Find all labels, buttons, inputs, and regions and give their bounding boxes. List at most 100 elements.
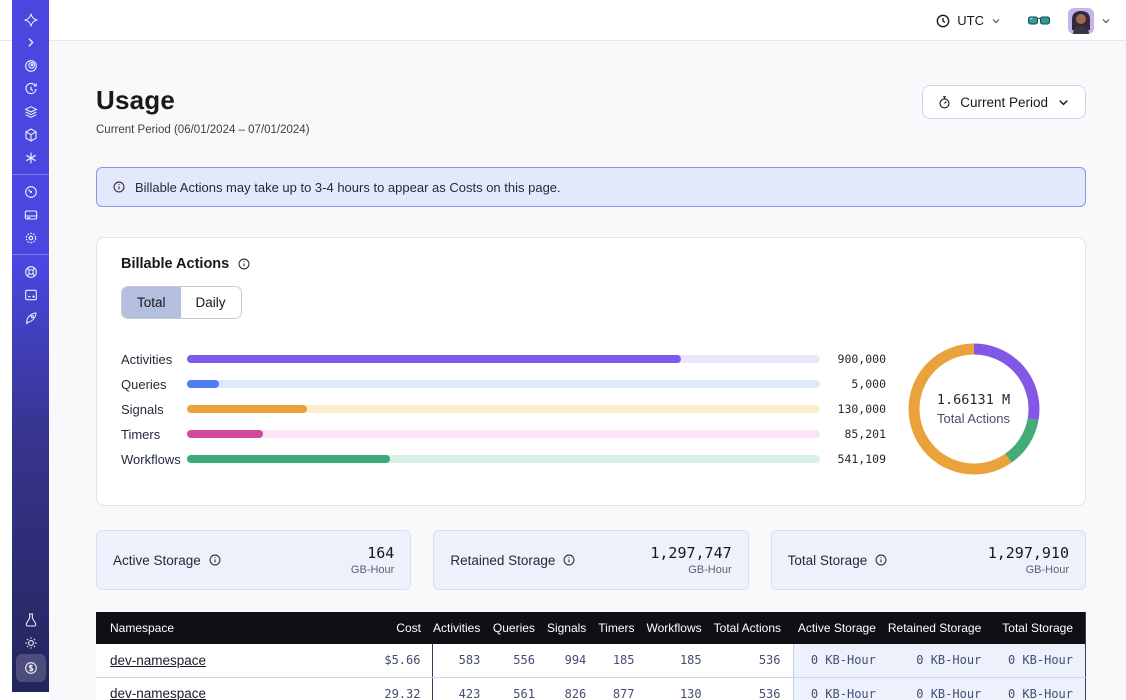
bar-fill [187, 405, 307, 413]
cell-total-storage: 0 KB-Hour [993, 677, 1085, 700]
info-icon[interactable] [237, 257, 251, 271]
col-total-storage: Total Storage [993, 612, 1085, 644]
bar-label: Activities [121, 352, 181, 367]
cell-total-storage: 0 KB-Hour [993, 644, 1085, 677]
feedback-glasses-button[interactable] [1028, 14, 1050, 28]
main-content: Usage Current Period (06/01/2024 – 07/01… [49, 41, 1126, 700]
billing-icon[interactable] [17, 203, 45, 226]
bar-fill [187, 430, 263, 438]
total-actions-donut: 1.66131 M Total Actions [886, 339, 1061, 479]
support-icon[interactable] [17, 260, 45, 283]
namespace-link[interactable]: dev-namespace [110, 686, 206, 700]
timezone-label: UTC [957, 13, 984, 28]
storage-card-label: Active Storage [113, 553, 201, 568]
namespace-usage-table: Namespace Cost Activities Queries Signal… [96, 612, 1086, 700]
bar-value: 900,000 [828, 352, 886, 366]
cell-activities: 583 [433, 644, 492, 677]
usage-icon[interactable] [17, 180, 45, 203]
glasses-icon [1028, 14, 1050, 28]
col-timers: Timers [598, 612, 646, 644]
banner-text: Billable Actions may take up to 3-4 hour… [135, 180, 561, 195]
tab-daily[interactable]: Daily [181, 287, 241, 318]
col-retained-storage: Retained Storage [888, 612, 993, 644]
stopwatch-icon [937, 95, 952, 110]
bar-row-activities: Activities 900,000 [121, 347, 886, 372]
chevron-down-icon [1056, 95, 1071, 110]
total-storage-card: Total Storage 1,297,910 GB-Hour [771, 530, 1086, 590]
theme-sun-icon[interactable] [17, 631, 45, 654]
cell-workflows: 185 [647, 644, 714, 677]
col-signals: Signals [547, 612, 598, 644]
bar-label: Timers [121, 427, 181, 442]
cell-queries: 556 [492, 644, 547, 677]
settings-icon[interactable] [17, 226, 45, 249]
period-select-button[interactable]: Current Period [922, 85, 1086, 119]
credits-dollar-icon[interactable] [16, 654, 46, 682]
bar-row-signals: Signals 130,000 [121, 397, 886, 422]
info-icon[interactable] [562, 553, 576, 567]
bar-value: 130,000 [828, 402, 886, 416]
collapse-chevron-icon[interactable] [17, 31, 45, 54]
nexus-icon[interactable] [17, 146, 45, 169]
bar-fill [187, 455, 390, 463]
bar-track [187, 430, 820, 438]
deployments-icon[interactable] [17, 123, 45, 146]
storage-card-unit: GB-Hour [351, 564, 394, 576]
cell-cost: $5.66 [326, 644, 433, 677]
getting-started-rocket-icon[interactable] [17, 306, 45, 329]
col-cost: Cost [326, 612, 433, 644]
timezone-picker[interactable]: UTC [929, 9, 1008, 33]
clock-icon [935, 13, 951, 29]
labs-flask-icon[interactable] [17, 608, 45, 631]
chevron-down-icon [1100, 15, 1112, 27]
storage-summary-row: Active Storage 164 GB-Hour Retained Stor… [96, 530, 1086, 590]
bar-label: Signals [121, 402, 181, 417]
storage-card-value: 1,297,747 [650, 544, 731, 562]
temporal-logo-icon[interactable] [17, 8, 45, 31]
feedback-icon[interactable] [17, 283, 45, 306]
namespace-link[interactable]: dev-namespace [110, 653, 206, 668]
top-bar: UTC [0, 0, 1126, 41]
col-active-storage: Active Storage [793, 612, 888, 644]
table-header-row: Namespace Cost Activities Queries Signal… [96, 612, 1086, 644]
period-button-label: Current Period [960, 95, 1048, 110]
info-icon [112, 180, 126, 194]
cell-retained-storage: 0 KB-Hour [888, 677, 993, 700]
bar-value: 85,201 [828, 427, 886, 441]
bar-label: Queries [121, 377, 181, 392]
bar-value: 5,000 [828, 377, 886, 391]
chevron-down-icon [990, 15, 1002, 27]
namespaces-icon[interactable] [17, 54, 45, 77]
billable-actions-chart: Activities 900,000 Queries 5,000 [121, 339, 1061, 479]
user-menu[interactable] [1068, 8, 1112, 34]
cell-cost: 29.32 [326, 677, 433, 700]
storage-card-label: Retained Storage [450, 553, 555, 568]
cell-total-actions: 536 [714, 644, 793, 677]
stack-icon[interactable] [17, 100, 45, 123]
cell-total-actions: 536 [714, 677, 793, 700]
bar-row-queries: Queries 5,000 [121, 372, 886, 397]
storage-card-value: 164 [351, 544, 394, 562]
cell-queries: 561 [492, 677, 547, 700]
cell-activities: 423 [433, 677, 492, 700]
current-period-subtitle: Current Period (06/01/2024 – 07/01/2024) [96, 124, 310, 136]
info-icon[interactable] [874, 553, 888, 567]
page-title: Usage [96, 85, 310, 116]
total-daily-toggle: Total Daily [121, 286, 242, 319]
col-activities: Activities [433, 612, 492, 644]
retained-storage-card: Retained Storage 1,297,747 GB-Hour [433, 530, 748, 590]
info-icon[interactable] [208, 553, 222, 567]
col-workflows: Workflows [647, 612, 714, 644]
bar-track [187, 355, 820, 363]
cell-timers: 877 [598, 677, 646, 700]
cell-timers: 185 [598, 644, 646, 677]
sidebar-divider [12, 174, 49, 175]
active-storage-card: Active Storage 164 GB-Hour [96, 530, 411, 590]
storage-card-unit: GB-Hour [988, 564, 1069, 576]
avatar [1068, 8, 1094, 34]
bar-fill [187, 355, 681, 363]
storage-card-label: Total Storage [788, 553, 868, 568]
tab-total[interactable]: Total [122, 287, 181, 318]
col-namespace: Namespace [96, 612, 326, 644]
schedules-icon[interactable] [17, 77, 45, 100]
